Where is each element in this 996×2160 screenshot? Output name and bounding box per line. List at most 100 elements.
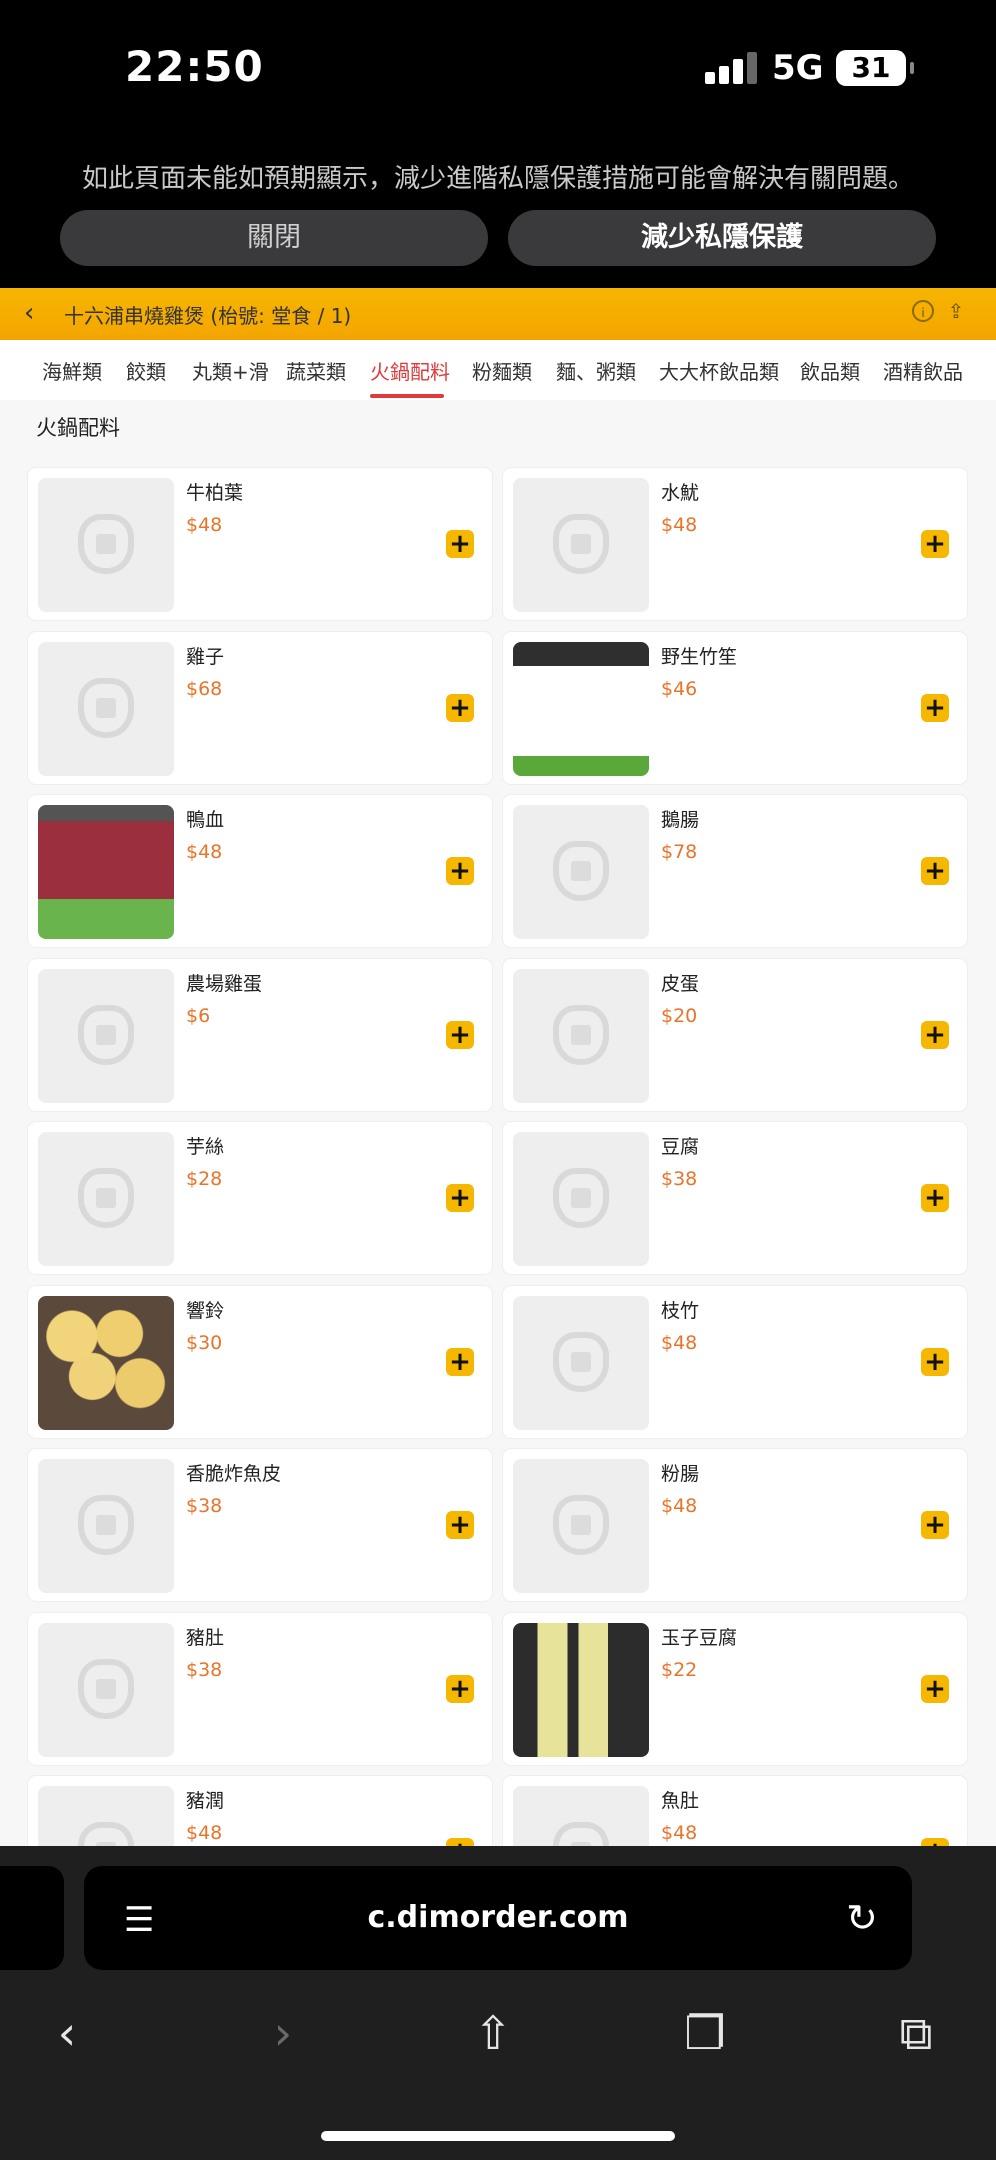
tab-7[interactable]: 大大杯飲品類: [659, 356, 779, 385]
menu-item-card[interactable]: 雞子 $68 +: [28, 631, 492, 784]
menu-item-card[interactable]: 響鈴 $30 +: [28, 1285, 492, 1438]
bookmarks-icon[interactable]: ❐: [675, 2006, 735, 2060]
back-arrow-icon[interactable]: ‹: [37, 2006, 97, 2060]
item-photo: [513, 1622, 649, 1757]
privacy-banner: 如此頁面未能如預期顯示，減少進階私隱保護措施可能會解決有關問題。 關閉 減少私隱…: [0, 140, 996, 288]
item-name: 魚肚: [661, 1790, 700, 1812]
add-to-cart-button[interactable]: +: [446, 1347, 474, 1376]
item-name: 豆腐: [661, 1136, 700, 1158]
forward-arrow-icon[interactable]: ›: [253, 2006, 313, 2060]
share-icon[interactable]: ⇪: [946, 300, 966, 322]
placeholder-logo-icon: [553, 514, 609, 574]
menu-item-card[interactable]: 豬潤 $48 +: [28, 1776, 492, 1846]
tab-8[interactable]: 飲品類: [800, 356, 860, 385]
tab-5[interactable]: 粉麵類: [472, 356, 532, 385]
signal-icon: [705, 52, 759, 84]
menu-item-card[interactable]: 牛柏葉 $48 +: [28, 468, 492, 620]
add-to-cart-button[interactable]: +: [446, 1838, 474, 1846]
add-to-cart-button[interactable]: +: [921, 857, 949, 885]
menu-item-card[interactable]: 鵝腸 $78 +: [503, 795, 967, 947]
item-price: $48: [186, 1822, 223, 1844]
menu-item-card[interactable]: 玉子豆腐 $22 +: [503, 1612, 967, 1765]
item-price: $68: [186, 677, 223, 700]
item-price: $48: [186, 514, 223, 536]
tab-9[interactable]: 酒精飲品: [883, 356, 963, 385]
tab-0[interactable]: 海鮮類: [42, 356, 102, 385]
menu-item-card[interactable]: 皮蛋 $20 +: [503, 958, 967, 1111]
add-to-cart-button[interactable]: +: [446, 857, 474, 885]
item-price: $38: [661, 1168, 698, 1190]
menu-item-card[interactable]: 芋絲 $28 +: [28, 1122, 492, 1274]
close-button[interactable]: 關閉: [60, 210, 488, 266]
placeholder-logo-icon: [553, 1004, 609, 1065]
menu-item-card[interactable]: 魚肚 $48 +: [503, 1776, 967, 1846]
tab-1[interactable]: 餃類: [126, 356, 166, 385]
menu-item-card[interactable]: 水魷 $48 +: [503, 468, 967, 620]
category-tabs: 海鮮類 餃類 丸類+滑 蔬菜類 火鍋配料 粉麵類 麵、粥類 大大杯飲品類 飲品類 酒精飲品: [0, 340, 996, 401]
item-name: 農場雞蛋: [186, 972, 263, 995]
back-icon[interactable]: ‹: [24, 298, 34, 328]
placeholder-logo-icon: [553, 1168, 609, 1228]
menu-item-card[interactable]: 豆腐 $38 +: [503, 1122, 967, 1274]
item-name: 豬肚: [186, 1626, 225, 1649]
menu-item-card[interactable]: 鴨血 $48 +: [28, 795, 492, 947]
browser-toolbar: ☰ c.dimorder.com ↻ ‹ › ⇧ ❐ ⧉: [0, 1846, 996, 2160]
add-to-cart-button[interactable]: +: [446, 1184, 474, 1212]
reload-icon[interactable]: ↻: [846, 1896, 878, 1940]
add-to-cart-button[interactable]: +: [921, 530, 949, 558]
item-price: $46: [661, 677, 698, 700]
tab-3[interactable]: 蔬菜類: [286, 356, 346, 385]
tab-6[interactable]: 麵、粥類: [556, 356, 636, 385]
item-name: 響鈴: [186, 1299, 225, 1322]
menu-item-card[interactable]: 香脆炸魚皮 $38 +: [28, 1449, 492, 1601]
add-to-cart-button[interactable]: +: [921, 1347, 949, 1376]
tab-2[interactable]: 丸類+滑: [192, 356, 269, 385]
placeholder-logo-icon: [78, 1168, 134, 1228]
placeholder-logo-icon: [78, 677, 134, 738]
add-to-cart-button[interactable]: +: [446, 530, 474, 558]
placeholder-logo-icon: [78, 1658, 134, 1719]
add-to-cart-button[interactable]: +: [921, 1511, 949, 1539]
item-name: 雞子: [186, 645, 225, 668]
menu-item-card[interactable]: 農場雞蛋 $6 +: [28, 958, 492, 1111]
add-to-cart-button[interactable]: +: [446, 1674, 474, 1703]
add-to-cart-button[interactable]: +: [446, 1511, 474, 1539]
menu-item-card[interactable]: 野生竹笙 $46 +: [503, 631, 967, 784]
placeholder-image: [513, 968, 649, 1103]
tabs-icon[interactable]: ⧉: [886, 2006, 946, 2062]
privacy-message: 如此頁面未能如預期顯示，減少進階私隱保護措施可能會解決有關問題。: [81, 164, 914, 194]
add-to-cart-button[interactable]: +: [921, 1020, 949, 1049]
item-price: $48: [661, 1495, 698, 1517]
reduce-privacy-button[interactable]: 減少私隱保護: [508, 210, 936, 266]
placeholder-image: [38, 1459, 174, 1593]
item-name: 豬潤: [186, 1790, 225, 1812]
item-name: 水魷: [661, 482, 700, 504]
menu-item-card[interactable]: 枝竹 $48 +: [503, 1285, 967, 1438]
item-photo: [38, 805, 174, 939]
home-indicator: [321, 2131, 675, 2141]
tab-4[interactable]: 火鍋配料: [370, 356, 450, 385]
add-to-cart-button[interactable]: +: [921, 693, 949, 722]
item-name: 皮蛋: [661, 972, 700, 995]
previous-tab[interactable]: [0, 1866, 64, 1970]
section-title: 火鍋配料: [36, 416, 120, 440]
item-name: 玉子豆腐: [661, 1626, 738, 1649]
item-price: $28: [186, 1168, 223, 1190]
add-to-cart-button[interactable]: +: [921, 1674, 949, 1703]
item-name: 枝竹: [661, 1299, 700, 1322]
share-icon[interactable]: ⇧: [463, 2006, 523, 2060]
info-icon[interactable]: i: [912, 300, 934, 322]
add-to-cart-button[interactable]: +: [921, 1838, 949, 1846]
menu-item-card[interactable]: 豬肚 $38 +: [28, 1612, 492, 1765]
placeholder-logo-icon: [553, 841, 609, 901]
add-to-cart-button[interactable]: +: [921, 1184, 949, 1212]
item-price: $48: [661, 514, 698, 536]
status-bar: 22:50 5G 31: [0, 0, 996, 140]
add-to-cart-button[interactable]: +: [446, 693, 474, 722]
menu-item-card[interactable]: 粉腸 $48 +: [503, 1449, 967, 1601]
item-price: $48: [186, 841, 223, 863]
battery-icon: 31: [836, 50, 914, 86]
add-to-cart-button[interactable]: +: [446, 1020, 474, 1049]
address-bar[interactable]: ☰ c.dimorder.com ↻: [84, 1866, 912, 1970]
clock: 22:50: [125, 42, 264, 91]
